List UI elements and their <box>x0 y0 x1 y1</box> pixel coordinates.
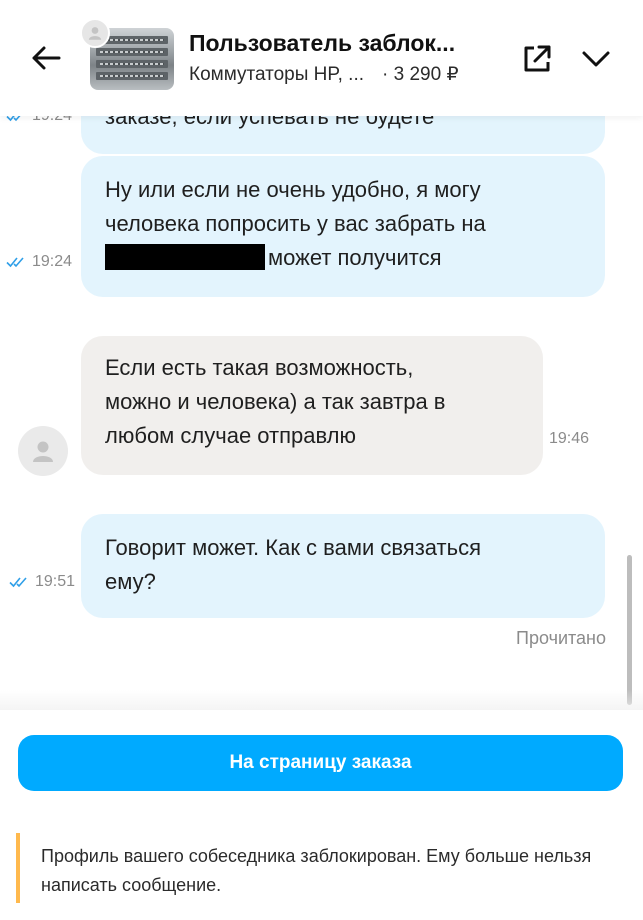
message-line: можно и человека) а так завтра в <box>105 389 446 414</box>
message-line: Говорит может. Как с вами связаться <box>105 535 482 560</box>
user-placeholder-icon <box>88 27 102 40</box>
notice-text: Профиль вашего собеседника заблокирован.… <box>41 846 592 895</box>
message-line: Ну или если не очень удобно, я могу <box>105 177 481 202</box>
order-page-button[interactable]: На страницу заказа <box>18 735 623 791</box>
message-time: 19:51 <box>35 573 76 590</box>
message-line: человека попросить у вас забрать на <box>105 211 486 236</box>
message-line: может получится <box>268 245 442 270</box>
message-line: любом случае отправлю <box>105 423 357 448</box>
message-bubble-incoming: Если есть такая возможность, можно и чел… <box>81 336 543 475</box>
double-check-icon <box>6 257 24 268</box>
message-time: 19:24 <box>32 253 73 270</box>
avatar[interactable] <box>18 426 68 476</box>
chevron-down-icon[interactable] <box>578 42 614 76</box>
arrow-left-icon[interactable] <box>28 40 64 76</box>
open-external-icon[interactable] <box>520 42 554 76</box>
redacted-block <box>105 244 265 270</box>
double-check-icon <box>9 577 27 588</box>
message-bubble-outgoing: Ну или если не очень удобно, я могу чело… <box>81 156 605 297</box>
message-time: 19:46 <box>549 430 590 447</box>
message-bubble-outgoing: Говорит может. Как с вами связаться ему? <box>81 514 605 618</box>
read-status: Прочитано <box>516 628 606 648</box>
blocked-notice: Профиль вашего собеседника заблокирован.… <box>16 833 626 903</box>
divider <box>0 690 643 710</box>
product-thumbnail[interactable] <box>80 18 174 90</box>
message-line: Если есть такая возможность, <box>105 355 414 380</box>
user-placeholder-icon <box>33 441 53 462</box>
product-subtitle[interactable]: Коммутаторы HP, ... · 3 290 ₽ <box>189 63 459 86</box>
product-name: Коммутаторы HP, ... <box>189 64 365 85</box>
avatar <box>80 18 110 48</box>
product-price: · 3 290 ₽ <box>382 64 459 85</box>
message-line: ему? <box>105 569 156 594</box>
page-title[interactable]: Пользователь заблок... <box>189 30 499 57</box>
scrollbar[interactable] <box>627 555 632 705</box>
chat-header: Пользователь заблок... Коммутаторы HP, .… <box>0 0 643 116</box>
